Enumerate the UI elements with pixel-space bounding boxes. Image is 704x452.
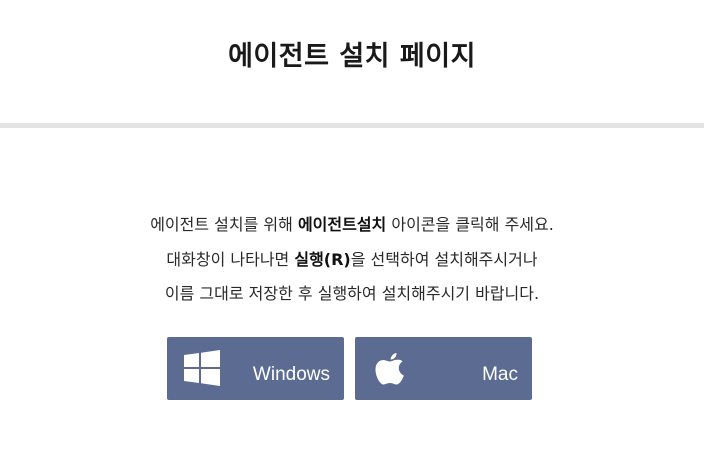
instruction-line-2: 대화창이 나타나면 실행(R)을 선택하여 설치해주시거나: [0, 243, 704, 278]
instruction-emphasis: 에이전트설치: [297, 215, 387, 234]
apple-logo-icon: [375, 353, 404, 385]
instruction-text: 아이콘을 클릭해 주세요.: [386, 215, 554, 234]
instruction-line-1: 에이전트 설치를 위해 에이전트설치 아이콘을 클릭해 주세요.: [0, 208, 704, 243]
windows-button-label: Windows: [252, 364, 330, 385]
mac-download-button[interactable]: Mac: [355, 337, 532, 400]
instruction-text: 에이전트 설치를 위해: [150, 215, 298, 234]
header-divider: [0, 123, 704, 128]
instruction-text: 을 선택하여 설치해주시거나: [350, 249, 538, 269]
instruction-emphasis: 실행(R): [294, 249, 351, 269]
mac-button-label: Mac: [482, 364, 518, 385]
install-instructions: 에이전트 설치를 위해 에이전트설치 아이콘을 클릭해 주세요. 대화창이 나타…: [0, 208, 704, 312]
instruction-line-3: 이름 그대로 저장한 후 실행하여 설치해주시기 바랍니다.: [164, 284, 540, 303]
instruction-text: 대화창이 나타나면: [166, 249, 295, 269]
download-buttons: Windows Mac: [167, 337, 532, 400]
windows-download-button[interactable]: Windows: [167, 337, 344, 400]
windows-logo-icon: [184, 350, 220, 386]
page-title: 에이전트 설치 페이지: [228, 41, 476, 72]
page-header: 에이전트 설치 페이지: [0, 0, 704, 123]
